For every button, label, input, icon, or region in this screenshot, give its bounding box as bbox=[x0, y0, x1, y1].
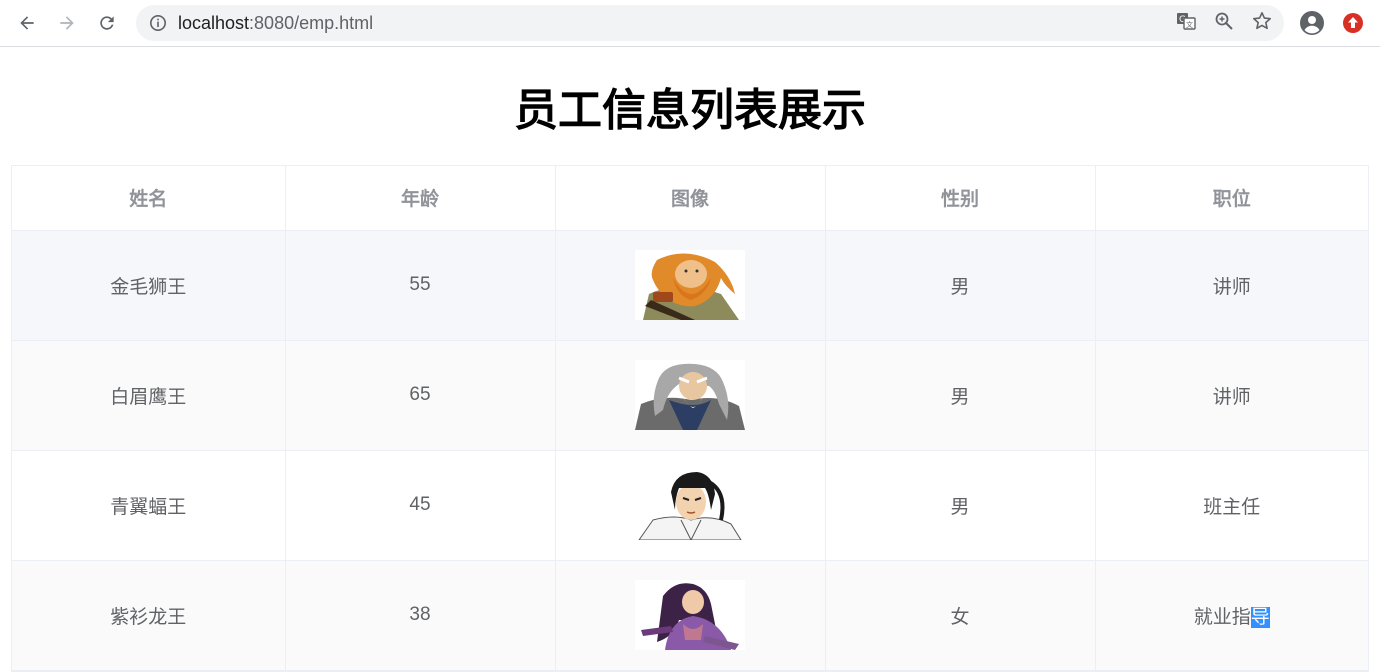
cell-gender: 男 bbox=[825, 230, 1096, 341]
profile-avatar-icon[interactable] bbox=[1300, 11, 1324, 35]
cell-name: 白眉鹰王 bbox=[12, 340, 286, 451]
table-header-row: 姓名 年龄 图像 性别 职位 bbox=[12, 166, 1368, 231]
zoom-icon[interactable] bbox=[1214, 11, 1234, 36]
extension-icon[interactable] bbox=[1342, 12, 1364, 34]
cell-age: 65 bbox=[285, 340, 556, 451]
browser-toolbar: localhost:8080/emp.html G文 bbox=[0, 0, 1380, 47]
forward-button[interactable] bbox=[47, 3, 87, 43]
forward-arrow-icon bbox=[60, 16, 74, 30]
table-row[interactable]: 青翼蝠王 45 男 班主任 bbox=[12, 450, 1368, 561]
address-bar[interactable]: localhost:8080/emp.html G文 bbox=[136, 5, 1284, 41]
green-wing-bat-king-avatar bbox=[635, 470, 745, 540]
cell-position: 讲师 bbox=[1095, 230, 1368, 341]
cell-gender: 女 bbox=[825, 560, 1096, 671]
url-host: localhost bbox=[178, 12, 250, 33]
svg-text:文: 文 bbox=[1186, 20, 1193, 29]
table-row[interactable]: 紫衫龙王 38 女 就业指导 bbox=[12, 560, 1368, 671]
cell-position: 就业指导 bbox=[1095, 560, 1368, 671]
cell-image bbox=[555, 560, 826, 671]
cell-image bbox=[555, 230, 826, 341]
cell-name: 金毛狮王 bbox=[12, 230, 286, 341]
bookmark-star-icon[interactable] bbox=[1252, 11, 1272, 36]
cell-age: 38 bbox=[285, 560, 556, 671]
cell-image bbox=[555, 340, 826, 451]
text-selection-highlight: 导 bbox=[1250, 606, 1270, 628]
cell-age: 55 bbox=[285, 230, 556, 341]
golden-lion-king-avatar bbox=[635, 250, 745, 320]
table-row[interactable]: 金毛狮王 55 男 讲师 bbox=[12, 230, 1368, 341]
cell-name: 紫衫龙王 bbox=[12, 560, 286, 671]
page-title: 员工信息列表展示 bbox=[514, 85, 866, 136]
translate-icon[interactable]: G文 bbox=[1176, 11, 1196, 36]
reload-button[interactable] bbox=[87, 3, 127, 43]
cell-image bbox=[555, 450, 826, 561]
cell-age: 45 bbox=[285, 450, 556, 561]
reload-icon bbox=[100, 16, 114, 30]
cell-gender: 男 bbox=[825, 340, 1096, 451]
header-age[interactable]: 年龄 bbox=[285, 166, 556, 231]
info-icon[interactable] bbox=[149, 14, 167, 32]
url-text[interactable]: localhost:8080/emp.html bbox=[178, 13, 373, 34]
header-gender[interactable]: 性别 bbox=[825, 166, 1096, 231]
purple-robe-dragon-king-avatar bbox=[635, 580, 745, 650]
back-arrow-icon bbox=[20, 16, 34, 30]
header-position[interactable]: 职位 bbox=[1095, 166, 1368, 231]
position-text: 就业指 bbox=[1193, 606, 1251, 628]
cell-position: 班主任 bbox=[1095, 450, 1368, 561]
header-image[interactable]: 图像 bbox=[555, 166, 826, 231]
white-eyebrow-eagle-king-avatar bbox=[635, 360, 745, 430]
back-button[interactable] bbox=[7, 3, 47, 43]
table-row[interactable]: 白眉鹰王 65 男 讲师 bbox=[12, 340, 1368, 451]
employee-table: 姓名 年龄 图像 性别 职位 金毛狮王 55 男 讲师 白眉鹰王 65 男 讲师… bbox=[11, 165, 1369, 672]
cell-gender: 男 bbox=[825, 450, 1096, 561]
cell-name: 青翼蝠王 bbox=[12, 450, 286, 561]
url-path: :8080/emp.html bbox=[249, 12, 374, 33]
header-name[interactable]: 姓名 bbox=[12, 166, 286, 231]
cell-position: 讲师 bbox=[1095, 340, 1368, 451]
